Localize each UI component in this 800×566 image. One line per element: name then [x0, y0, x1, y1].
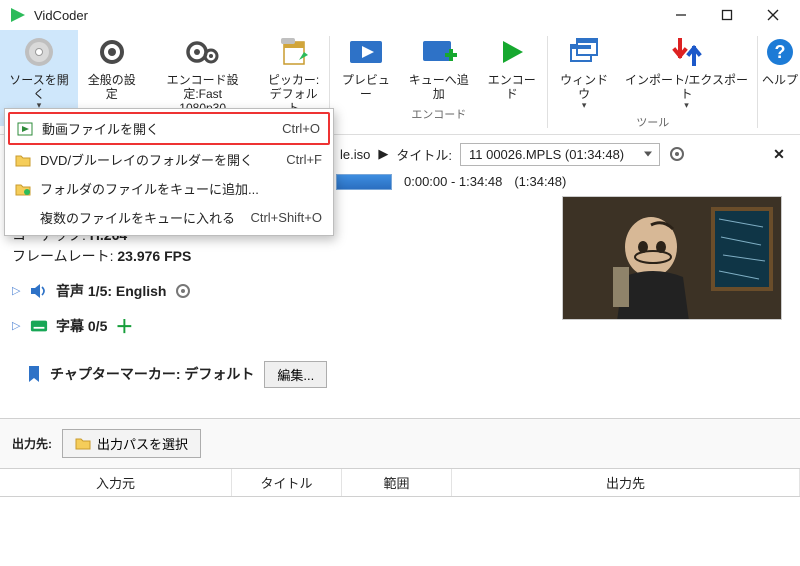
add-queue-button[interactable]: キューへ追加: [400, 30, 478, 104]
group-caption-tools: ツール: [636, 112, 669, 130]
help-button[interactable]: ? ヘルプ: [760, 30, 800, 92]
gear-icon: [94, 34, 130, 70]
group-caption-encode: エンコード: [411, 104, 466, 122]
expand-icon: ▷: [12, 284, 22, 297]
play-file-icon: [16, 120, 34, 138]
import-export-icon: [669, 34, 705, 70]
add-subtitle-button[interactable]: ＋: [115, 313, 133, 339]
gears-icon: [185, 34, 221, 70]
app-icon: [8, 5, 28, 25]
chevron-down-icon: ▾: [582, 100, 587, 110]
col-range[interactable]: 範囲: [342, 469, 452, 496]
maximize-button[interactable]: [704, 0, 750, 30]
col-title[interactable]: タイトル: [232, 469, 342, 496]
help-icon: ?: [762, 34, 798, 70]
col-source[interactable]: 入力元: [0, 469, 232, 496]
chevron-down-icon: ▾: [684, 100, 689, 110]
menu-open-dvd-folder[interactable]: DVD/ブルーレイのフォルダーを開く Ctrl+F: [8, 145, 330, 174]
folder-icon: [14, 151, 32, 169]
menu-add-folder-queue[interactable]: フォルダのファイルをキューに追加...: [8, 174, 330, 203]
add-queue-icon: [421, 34, 457, 70]
bookmark-icon: [28, 365, 40, 383]
queue-header: 入力元 タイトル 範囲 出力先: [0, 468, 800, 497]
close-window-button[interactable]: [750, 0, 796, 30]
expand-icon: ▷: [12, 319, 22, 332]
range-bar[interactable]: [336, 174, 392, 190]
output-bar: 出力先: 出力パスを選択: [0, 418, 800, 468]
import-export-button[interactable]: インポート/エクスポート ▾: [618, 30, 755, 112]
output-label: 出力先:: [12, 435, 52, 452]
choose-output-button[interactable]: 出力パスを選択: [62, 429, 201, 458]
edit-chapters-button[interactable]: 編集...: [264, 361, 327, 388]
windows-icon: [566, 34, 602, 70]
disc-icon: [21, 34, 57, 70]
preview-button[interactable]: プレビュー: [332, 30, 399, 104]
app-title: VidCoder: [34, 8, 88, 23]
svg-text:?: ?: [775, 42, 786, 62]
close-source-button[interactable]: ✕: [770, 145, 788, 163]
title-label: タイトル:: [396, 145, 452, 164]
window-button[interactable]: ウィンドウ ▾: [550, 30, 618, 112]
source-file-name: le.iso: [340, 147, 370, 162]
range-times: 0:00:00 - 1:34:48: [404, 174, 502, 189]
preview-icon: [348, 34, 384, 70]
preview-thumbnail: [562, 196, 782, 320]
play-icon: [494, 34, 530, 70]
title-combo[interactable]: 11 00026.MPLS (01:34:48): [460, 143, 660, 166]
menu-add-multi-files[interactable]: 複数のファイルをキューに入れる Ctrl+Shift+O: [8, 203, 330, 232]
menu-open-video-file[interactable]: 動画ファイルを開く Ctrl+O: [8, 112, 330, 145]
duration: (1:34:48): [514, 174, 566, 189]
play-arrow-icon: ▶: [378, 146, 388, 162]
open-source-menu: 動画ファイルを開く Ctrl+O DVD/ブルーレイのフォルダーを開く Ctrl…: [4, 108, 334, 236]
audio-settings-button[interactable]: [174, 282, 192, 300]
minimize-button[interactable]: [658, 0, 704, 30]
speaker-icon: [30, 282, 48, 300]
picker-icon: [276, 34, 312, 70]
titlebar: VidCoder: [0, 0, 800, 30]
folder-add-icon: [14, 180, 32, 198]
subtitle-icon: [30, 317, 48, 335]
folder-icon: [75, 436, 91, 450]
chapter-row: チャプターマーカー: デフォルト 編集...: [0, 351, 800, 400]
col-dest[interactable]: 出力先: [452, 469, 800, 496]
title-settings-button[interactable]: [668, 145, 686, 163]
encode-button[interactable]: エンコード: [478, 30, 545, 104]
